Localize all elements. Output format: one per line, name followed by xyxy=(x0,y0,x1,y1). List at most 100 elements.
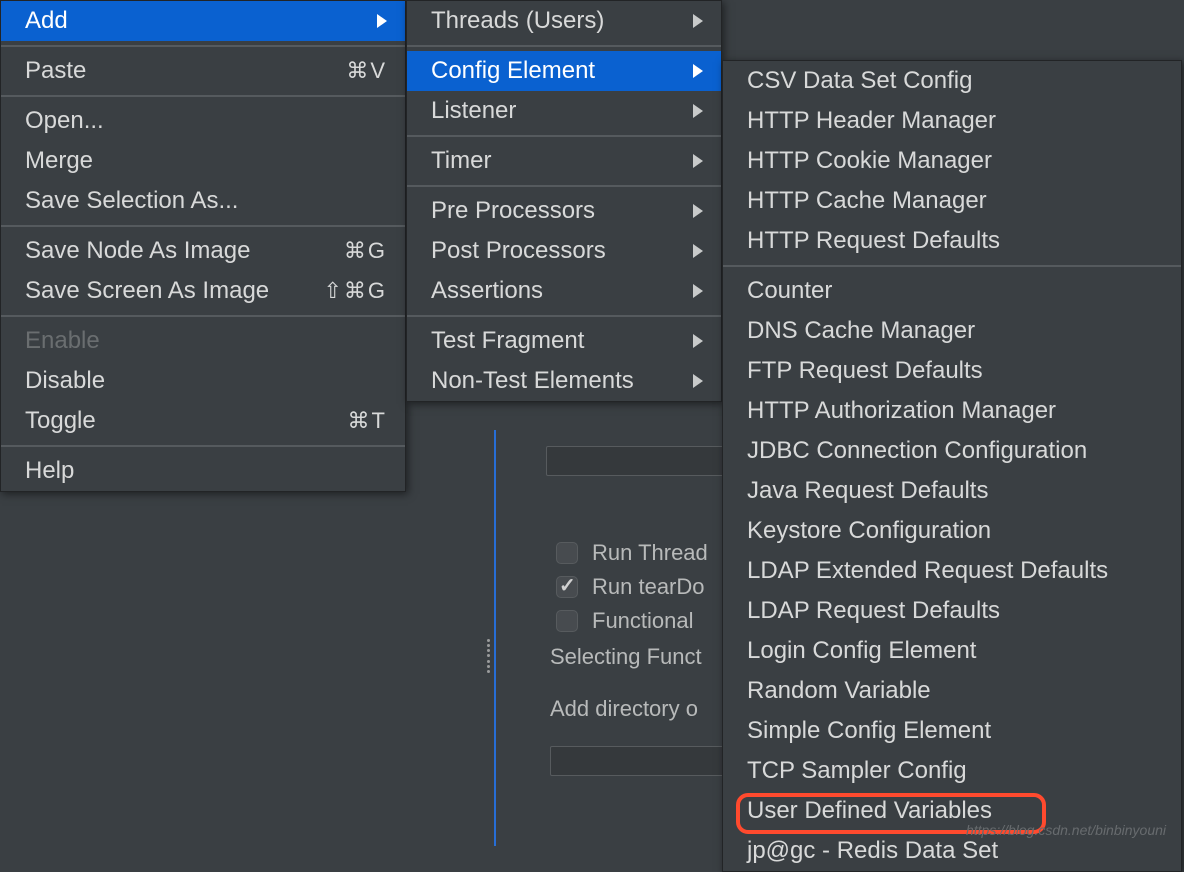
config-item-http-authorization-manager[interactable]: HTTP Authorization Manager xyxy=(723,391,1181,431)
menu-label: Counter xyxy=(747,277,832,305)
menu-label: DNS Cache Manager xyxy=(747,317,975,345)
menu-label: LDAP Request Defaults xyxy=(747,597,1000,625)
submenu-item-timer[interactable]: Timer xyxy=(407,141,721,181)
config-item-ftp-request-defaults[interactable]: FTP Request Defaults xyxy=(723,351,1181,391)
submenu-item-test-fragment[interactable]: Test Fragment xyxy=(407,321,721,361)
menu-separator xyxy=(1,95,405,97)
menu-item-toggle[interactable]: Toggle ⌘T xyxy=(1,401,405,441)
menu-label: Help xyxy=(25,457,74,485)
submenu-arrow-icon xyxy=(377,14,387,28)
menu-label: Add xyxy=(25,7,68,35)
menu-separator xyxy=(723,265,1181,267)
menu-label: Threads (Users) xyxy=(431,7,604,35)
functional-label: Functional xyxy=(592,608,694,634)
config-item-http-header-manager[interactable]: HTTP Header Manager xyxy=(723,101,1181,141)
menu-item-merge[interactable]: Merge xyxy=(1,141,405,181)
menu-item-save-screen-image[interactable]: Save Screen As Image ⇧⌘G xyxy=(1,271,405,311)
config-item-csv-data-set[interactable]: CSV Data Set Config xyxy=(723,61,1181,101)
submenu-item-post-processors[interactable]: Post Processors xyxy=(407,231,721,271)
menu-separator xyxy=(407,185,721,187)
submenu-arrow-icon xyxy=(693,374,703,388)
config-item-simple-config-element[interactable]: Simple Config Element xyxy=(723,711,1181,751)
menu-item-open[interactable]: Open... xyxy=(1,101,405,141)
menu-label: Assertions xyxy=(431,277,543,305)
config-item-http-cookie-manager[interactable]: HTTP Cookie Manager xyxy=(723,141,1181,181)
menu-label: Login Config Element xyxy=(747,637,976,665)
submenu-item-pre-processors[interactable]: Pre Processors xyxy=(407,191,721,231)
run-teardown-checkbox[interactable] xyxy=(556,576,578,598)
menu-separator xyxy=(407,315,721,317)
menu-item-save-node-image[interactable]: Save Node As Image ⌘G xyxy=(1,231,405,271)
menu-label: Config Element xyxy=(431,57,595,85)
menu-label: Enable xyxy=(25,327,100,355)
menu-label: Random Variable xyxy=(747,677,931,705)
shortcut-label: ⌘G xyxy=(344,238,387,264)
menu-label: HTTP Cache Manager xyxy=(747,187,987,215)
submenu-arrow-icon xyxy=(693,104,703,118)
shortcut-label: ⌘T xyxy=(348,408,387,434)
submenu-item-assertions[interactable]: Assertions xyxy=(407,271,721,311)
run-thread-label: Run Thread xyxy=(592,540,708,566)
menu-label: Paste xyxy=(25,57,86,85)
submenu-arrow-icon xyxy=(693,14,703,28)
menu-item-help[interactable]: Help xyxy=(1,451,405,491)
submenu-config-element: CSV Data Set Config HTTP Header Manager … xyxy=(722,60,1182,872)
menu-label: jp@gc - Redis Data Set xyxy=(747,837,998,865)
menu-label: Save Selection As... xyxy=(25,187,238,215)
menu-label: HTTP Header Manager xyxy=(747,107,996,135)
run-teardown-label: Run tearDo xyxy=(592,574,705,600)
shortcut-label: ⇧⌘G xyxy=(323,278,387,304)
submenu-arrow-icon xyxy=(693,204,703,218)
functional-checkbox[interactable] xyxy=(556,610,578,632)
submenu-item-threads[interactable]: Threads (Users) xyxy=(407,1,721,41)
menu-label: Save Node As Image xyxy=(25,237,250,265)
menu-label: Java Request Defaults xyxy=(747,477,988,505)
config-item-tcp-sampler-config[interactable]: TCP Sampler Config xyxy=(723,751,1181,791)
config-item-login-config-element[interactable]: Login Config Element xyxy=(723,631,1181,671)
config-item-http-cache-manager[interactable]: HTTP Cache Manager xyxy=(723,181,1181,221)
menu-item-add[interactable]: Add xyxy=(1,1,405,41)
menu-item-save-selection[interactable]: Save Selection As... xyxy=(1,181,405,221)
panel-resize-grip[interactable] xyxy=(487,639,494,673)
shortcut-label: ⌘V xyxy=(346,58,387,84)
submenu-arrow-icon xyxy=(693,154,703,168)
menu-separator xyxy=(407,45,721,47)
submenu-arrow-icon xyxy=(693,284,703,298)
config-item-ldap-extended-defaults[interactable]: LDAP Extended Request Defaults xyxy=(723,551,1181,591)
menu-label: TCP Sampler Config xyxy=(747,757,967,785)
config-item-keystore-configuration[interactable]: Keystore Configuration xyxy=(723,511,1181,551)
menu-label: Timer xyxy=(431,147,491,175)
config-item-http-request-defaults[interactable]: HTTP Request Defaults xyxy=(723,221,1181,261)
menu-label: Simple Config Element xyxy=(747,717,991,745)
submenu-item-listener[interactable]: Listener xyxy=(407,91,721,131)
menu-label: HTTP Authorization Manager xyxy=(747,397,1056,425)
submenu-arrow-icon xyxy=(693,334,703,348)
background-input-2[interactable] xyxy=(550,746,730,776)
menu-separator xyxy=(1,445,405,447)
run-thread-checkbox[interactable] xyxy=(556,542,578,564)
submenu-add: Threads (Users) Config Element Listener … xyxy=(406,0,722,402)
menu-label: Toggle xyxy=(25,407,96,435)
menu-item-disable[interactable]: Disable xyxy=(1,361,405,401)
menu-label: FTP Request Defaults xyxy=(747,357,983,385)
menu-label: HTTP Cookie Manager xyxy=(747,147,992,175)
menu-label: Open... xyxy=(25,107,104,135)
submenu-item-non-test-elements[interactable]: Non-Test Elements xyxy=(407,361,721,401)
background-input-1[interactable] xyxy=(546,446,726,476)
menu-separator xyxy=(1,315,405,317)
menu-item-paste[interactable]: Paste ⌘V xyxy=(1,51,405,91)
config-item-java-request-defaults[interactable]: Java Request Defaults xyxy=(723,471,1181,511)
config-item-dns-cache-manager[interactable]: DNS Cache Manager xyxy=(723,311,1181,351)
config-item-ldap-request-defaults[interactable]: LDAP Request Defaults xyxy=(723,591,1181,631)
submenu-item-config-element[interactable]: Config Element xyxy=(407,51,721,91)
config-item-random-variable[interactable]: Random Variable xyxy=(723,671,1181,711)
menu-label: Listener xyxy=(431,97,516,125)
menu-label: JDBC Connection Configuration xyxy=(747,437,1087,465)
menu-label: Test Fragment xyxy=(431,327,584,355)
menu-separator xyxy=(1,45,405,47)
watermark-text: https://blog.csdn.net/binbinyouni xyxy=(966,822,1166,838)
menu-item-enable: Enable xyxy=(1,321,405,361)
config-item-jdbc-connection[interactable]: JDBC Connection Configuration xyxy=(723,431,1181,471)
context-menu-main: Add Paste ⌘V Open... Merge Save Selectio… xyxy=(0,0,406,492)
config-item-counter[interactable]: Counter xyxy=(723,271,1181,311)
